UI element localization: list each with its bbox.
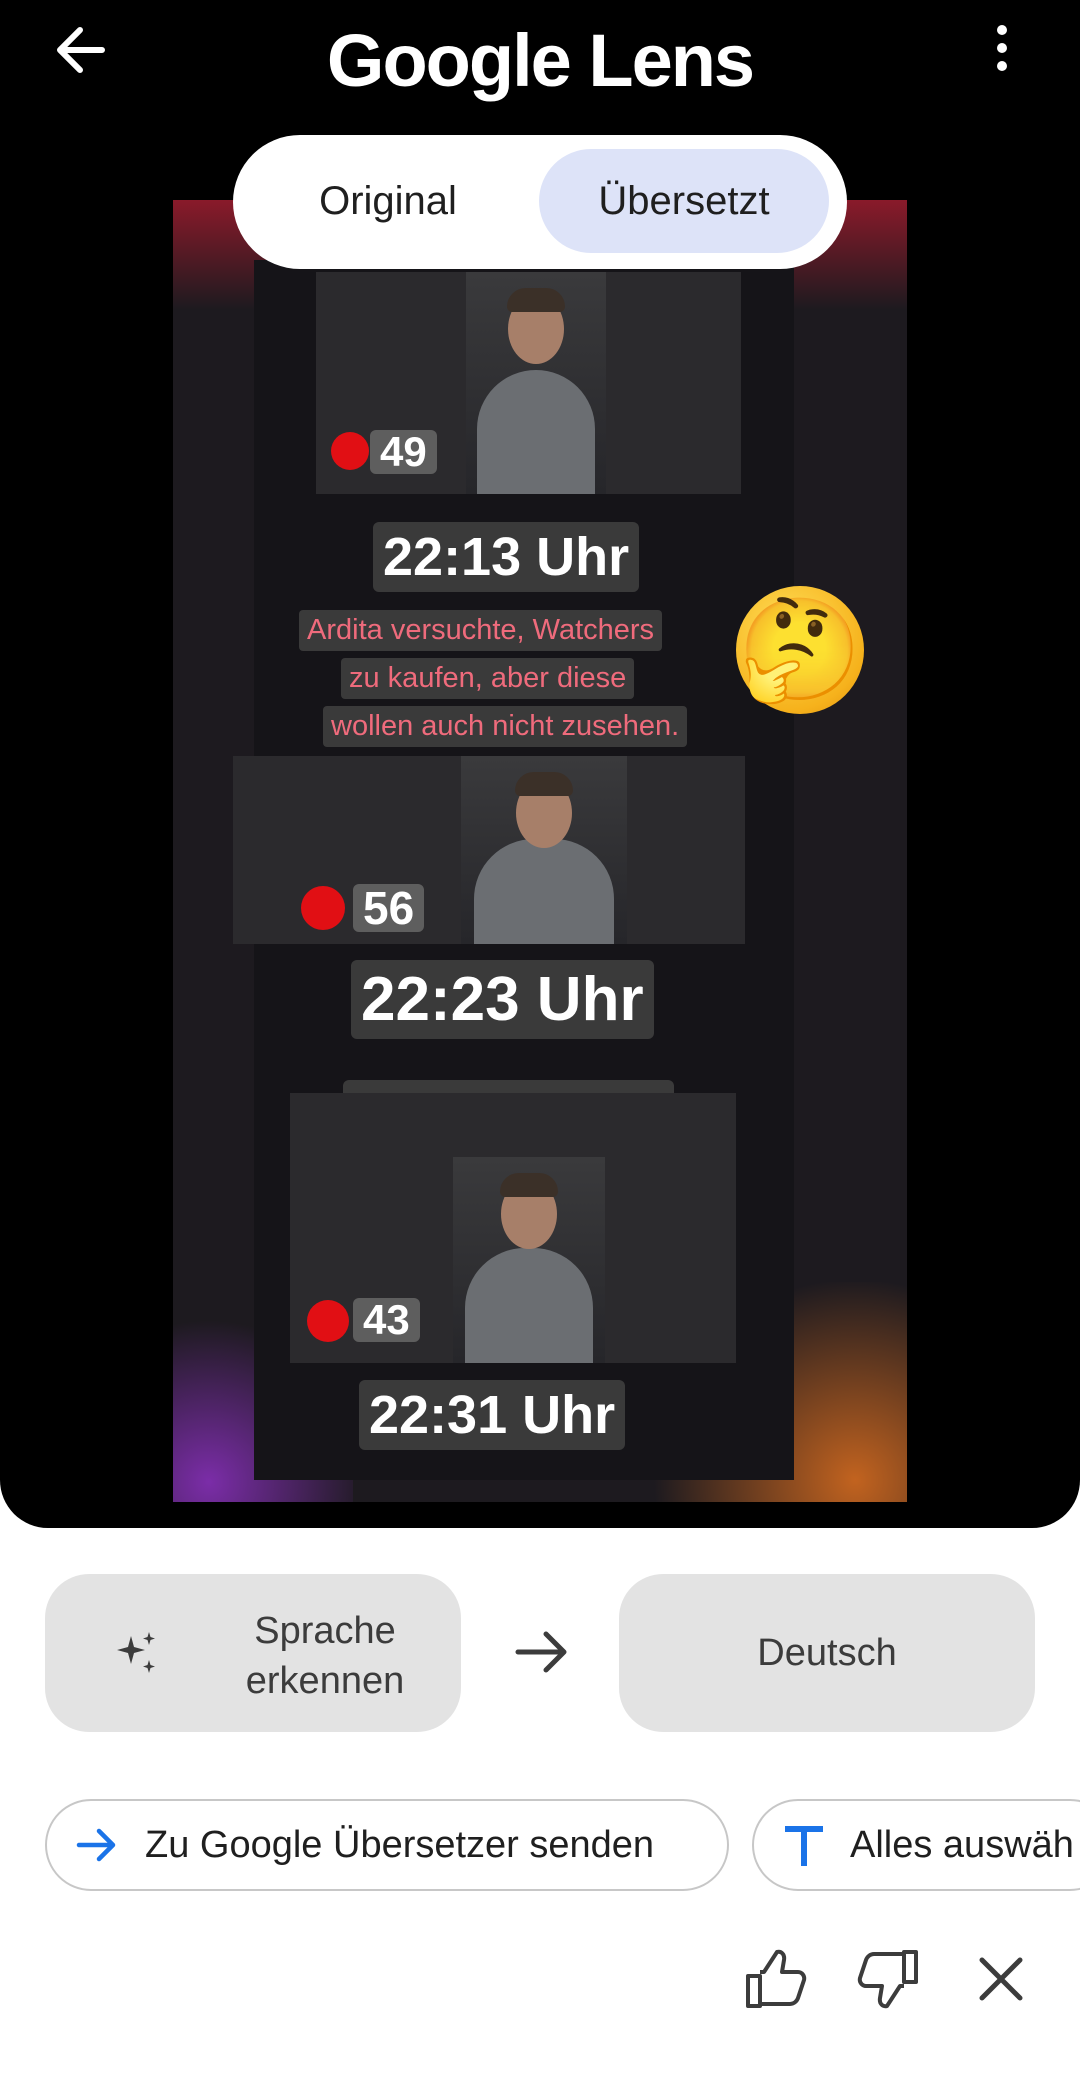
person-image — [453, 1157, 605, 1363]
arrow-right-icon — [515, 1631, 567, 1673]
text-t-icon — [785, 1826, 823, 1866]
source-language-line-2: erkennen — [245, 1660, 405, 1702]
thumbs-up-icon[interactable] — [744, 1948, 810, 2010]
source-language-line-1: Sprache — [254, 1610, 396, 1652]
time-label: 22:31 Uhr — [359, 1380, 626, 1450]
thumbs-down-icon[interactable] — [854, 1948, 920, 2010]
time-label: 22:13 Uhr — [373, 522, 640, 592]
send-to-translate-label: Zu Google Übersetzer senden — [145, 1824, 655, 1866]
live-dot — [301, 886, 345, 930]
arrow-right-icon — [76, 1828, 116, 1862]
source-language-button[interactable]: Sprache erkennen — [45, 1574, 461, 1732]
translated-text-line[interactable]: wollen auch nicht zusehen. — [323, 706, 688, 747]
source-language-label: Sprache erkennen — [195, 1606, 455, 1706]
tab-original[interactable]: Original — [253, 149, 523, 253]
select-all-label: Alles auswäh — [850, 1824, 1074, 1866]
target-language-button[interactable]: Deutsch — [619, 1574, 1035, 1732]
lens-viewer: Google Lens 49 22:13 Uhr Ardita versucht… — [0, 0, 1080, 1528]
sparkle-icon — [117, 1632, 155, 1673]
original-translated-toggle: Original Übersetzt — [233, 135, 847, 269]
thinking-emoji-icon: 🤔 — [736, 586, 864, 714]
translated-image: 49 22:13 Uhr Ardita versuchte, Watchers … — [173, 200, 907, 1502]
emoji-glyph: 🤔 — [737, 594, 863, 706]
translated-text-line[interactable]: zu kaufen, aber diese — [341, 658, 635, 699]
person-image — [466, 272, 606, 494]
more-vert-icon[interactable] — [982, 20, 1022, 76]
send-to-translate-chip[interactable]: Zu Google Übersetzer senden — [45, 1799, 729, 1891]
viewer-count: 43 — [353, 1298, 420, 1342]
time-label: 22:23 Uhr — [351, 960, 654, 1039]
tab-translated[interactable]: Übersetzt — [539, 149, 829, 253]
person-image — [461, 756, 627, 944]
close-icon[interactable] — [970, 1948, 1032, 2010]
viewer-count: 49 — [370, 430, 437, 474]
live-dot — [331, 432, 369, 470]
viewer-count: 56 — [353, 884, 425, 932]
live-dot — [307, 1300, 349, 1342]
app-title: Google Lens — [326, 19, 755, 102]
select-all-chip[interactable]: Alles auswäh — [752, 1799, 1080, 1891]
translated-text-line[interactable]: Ardita versuchte, Watchers — [299, 610, 663, 651]
